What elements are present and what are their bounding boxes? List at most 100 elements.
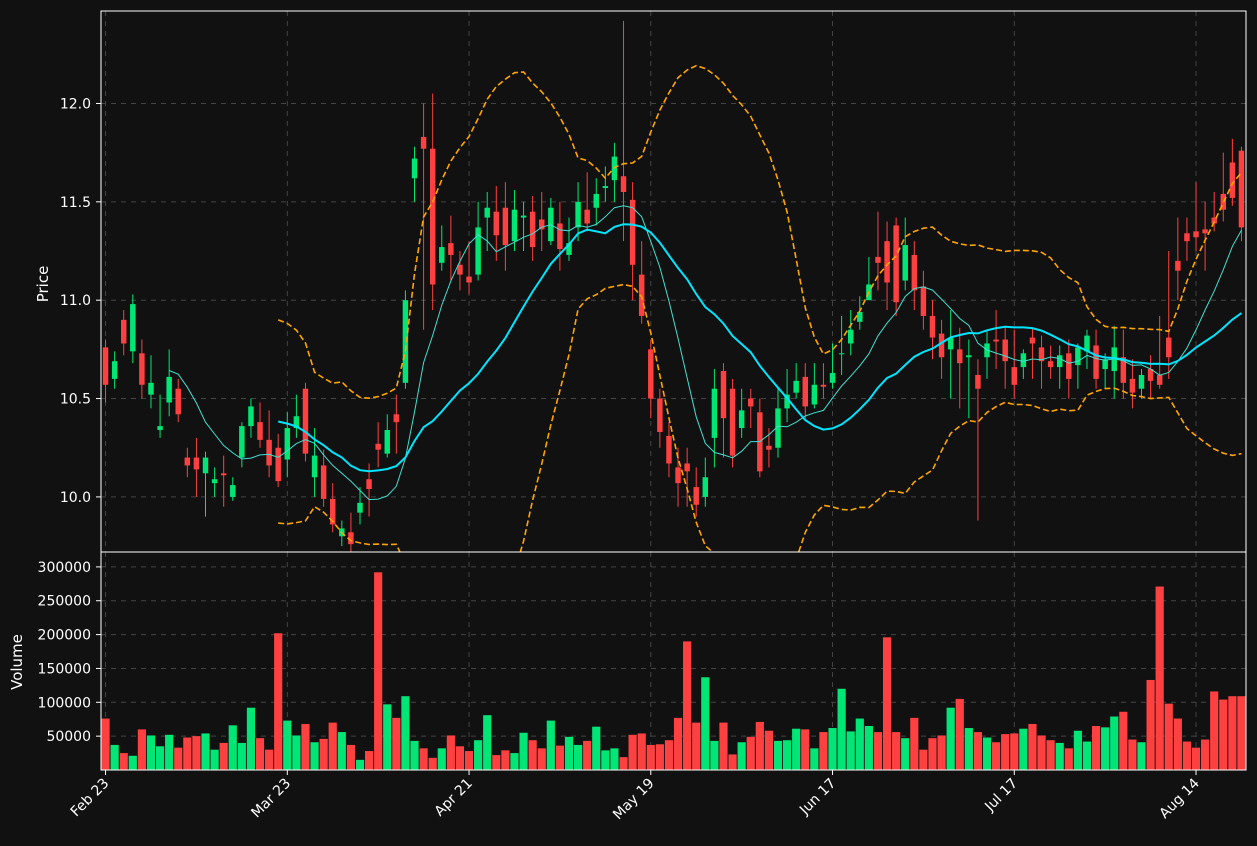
volume-tick-label: 50000 bbox=[46, 729, 91, 745]
candle-body bbox=[429, 148, 436, 285]
candle-body bbox=[120, 319, 127, 344]
candle-body bbox=[1166, 337, 1172, 358]
volume-bar bbox=[964, 728, 973, 770]
volume-bar bbox=[664, 740, 674, 770]
volume-bar bbox=[364, 751, 374, 770]
volume-bar bbox=[792, 728, 801, 770]
candle-body bbox=[602, 186, 609, 189]
volume-bar bbox=[265, 749, 274, 770]
volume-bar bbox=[155, 746, 165, 770]
candle-body bbox=[575, 201, 581, 228]
volume-bar bbox=[301, 723, 310, 770]
volume-bar bbox=[846, 731, 855, 770]
volume-bar bbox=[501, 750, 510, 770]
volume-bar bbox=[346, 744, 355, 770]
volume-bar bbox=[219, 742, 228, 770]
candle-body bbox=[1093, 345, 1099, 379]
volume-bar bbox=[737, 742, 746, 770]
volume-bar bbox=[110, 744, 119, 770]
volume-bar bbox=[519, 732, 528, 770]
price-tick-label: 10.0 bbox=[60, 490, 91, 506]
volume-bar bbox=[746, 736, 755, 770]
volume-bar bbox=[119, 753, 128, 770]
volume-bar bbox=[683, 641, 692, 770]
volume-bar bbox=[873, 732, 883, 770]
candle-body bbox=[184, 457, 191, 466]
volume-bar bbox=[1210, 691, 1219, 770]
volume-bar bbox=[973, 732, 983, 770]
volume-bar bbox=[1019, 728, 1028, 770]
volume-tick-label: 100000 bbox=[38, 695, 91, 711]
candle-body bbox=[1020, 353, 1027, 368]
volume-bar bbox=[210, 749, 219, 770]
volume-bar bbox=[228, 725, 237, 770]
candle-body bbox=[420, 136, 427, 149]
candle-body bbox=[648, 349, 654, 399]
volume-bar bbox=[937, 735, 946, 770]
volume-bar bbox=[165, 734, 174, 770]
volume-bar bbox=[464, 751, 474, 770]
candle-body bbox=[230, 485, 236, 497]
candle-body bbox=[1229, 162, 1236, 198]
volume-bar bbox=[546, 720, 555, 770]
volume-bar bbox=[555, 745, 564, 770]
volume-bar bbox=[628, 734, 637, 770]
volume-bar bbox=[1119, 711, 1128, 770]
volume-bar bbox=[1128, 739, 1137, 770]
candle-body bbox=[484, 207, 490, 218]
candle-body bbox=[938, 333, 945, 358]
volume-bar bbox=[283, 720, 292, 770]
volume-bar bbox=[528, 740, 537, 770]
candle-body bbox=[1138, 374, 1145, 389]
volume-bar bbox=[1237, 696, 1246, 770]
price-axis-label: Price bbox=[34, 266, 52, 303]
candle-body bbox=[493, 211, 500, 236]
volume-bar bbox=[755, 721, 764, 770]
candle-body bbox=[1202, 229, 1208, 234]
candle-body bbox=[130, 304, 136, 352]
volume-bar bbox=[901, 738, 910, 770]
volume-bar bbox=[819, 732, 828, 770]
volume-bar bbox=[701, 677, 710, 770]
candle-body bbox=[1002, 339, 1008, 362]
candle-body bbox=[311, 455, 318, 478]
volume-bar bbox=[619, 757, 628, 770]
volume-bar bbox=[1037, 735, 1046, 770]
candle-body bbox=[657, 398, 663, 432]
price-tick-label: 12.0 bbox=[60, 96, 91, 112]
volume-bar bbox=[192, 736, 201, 770]
volume-bar bbox=[783, 740, 792, 770]
candle-body bbox=[175, 388, 181, 415]
volume-bar bbox=[773, 740, 783, 770]
volume-bar bbox=[910, 717, 919, 770]
candle-body bbox=[957, 349, 963, 364]
chart-background bbox=[0, 0, 1257, 842]
volume-bar bbox=[673, 717, 683, 770]
candle-body bbox=[711, 388, 718, 438]
volume-bar bbox=[1046, 740, 1055, 770]
volume-bar bbox=[310, 742, 319, 770]
candle-body bbox=[1129, 378, 1136, 393]
candle-body bbox=[1175, 260, 1181, 271]
candle-body bbox=[302, 388, 309, 454]
volume-bar bbox=[455, 746, 465, 770]
candle-body bbox=[766, 445, 772, 450]
volume-bar bbox=[610, 748, 619, 770]
volume-tick-label: 150000 bbox=[38, 661, 91, 677]
candle-body bbox=[847, 329, 854, 344]
candle-body bbox=[448, 243, 454, 255]
volume-bar bbox=[128, 755, 137, 770]
volume-bar bbox=[319, 738, 328, 770]
volume-bar bbox=[828, 728, 837, 770]
candle-body bbox=[729, 388, 736, 456]
candle-body bbox=[811, 384, 818, 405]
candle-body bbox=[539, 219, 545, 230]
volume-bar bbox=[573, 744, 583, 770]
volume-bar bbox=[1173, 718, 1182, 770]
volume-bar bbox=[255, 738, 265, 770]
volume-bar bbox=[855, 718, 864, 770]
volume-bar bbox=[1001, 734, 1010, 770]
candle-body bbox=[911, 254, 918, 291]
candle-body bbox=[139, 353, 145, 385]
volume-bar bbox=[1082, 741, 1092, 770]
